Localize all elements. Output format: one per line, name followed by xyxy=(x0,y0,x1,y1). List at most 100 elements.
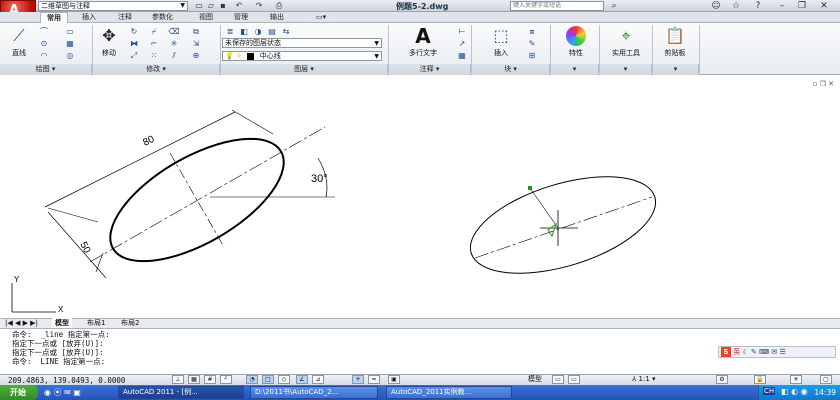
layer-state-dropdown[interactable]: 未保存的图层状态 ▼ xyxy=(222,38,382,48)
task-document[interactable]: AutoCAD_2011实例教... xyxy=(386,386,512,399)
hatch-icon[interactable]: ▦ xyxy=(64,38,76,49)
quick-properties-toggle[interactable]: ▣ xyxy=(388,375,400,384)
new-icon[interactable]: ▭ xyxy=(194,1,204,11)
attribute-icon[interactable]: ⊞ xyxy=(526,50,538,61)
save-icon[interactable]: ▪ xyxy=(218,1,228,11)
tab-layout2[interactable]: 布局2 xyxy=(118,318,142,328)
tab-annotate[interactable]: 注释 xyxy=(112,12,138,23)
tab-view[interactable]: 视图 xyxy=(193,12,219,23)
drawing-canvas[interactable]: 80 50 30° Y X xyxy=(0,76,840,318)
tab-layout1[interactable]: 布局1 xyxy=(84,318,108,328)
print-icon[interactable]: ⎙ xyxy=(274,1,284,11)
workspace-switch-icon[interactable]: ⚙ xyxy=(716,375,728,384)
panel-properties-expand[interactable]: ▾ xyxy=(551,64,599,75)
panel-modify-label[interactable]: 修改 ▾ xyxy=(93,64,220,75)
dyn-toggle[interactable]: + xyxy=(352,375,364,384)
viewport-controls[interactable]: ▫ ❐ ✕ xyxy=(813,80,834,88)
3d-osnap-toggle[interactable]: ◇ xyxy=(278,375,290,384)
redo-icon[interactable]: ↷ xyxy=(254,1,264,11)
workspace-switcher[interactable]: 二维草图与注释 ▼ xyxy=(38,1,188,11)
mirror-icon[interactable]: ⧓ xyxy=(128,38,140,49)
task-autocad[interactable]: AutoCAD 2011 - [例... xyxy=(118,386,244,399)
panel-draw-label[interactable]: 绘图 ▾ xyxy=(0,64,92,75)
stretch-icon[interactable]: ⇲ xyxy=(190,38,202,49)
explode-icon[interactable]: ✳ xyxy=(168,38,180,49)
model-space-button[interactable]: 模型 xyxy=(528,375,542,384)
rotate-icon[interactable]: ↻ xyxy=(128,26,140,37)
trim-icon[interactable]: ⌿ xyxy=(148,26,160,37)
snap-toggle[interactable]: ▦ xyxy=(188,375,200,384)
polar-toggle[interactable]: ◔ xyxy=(246,375,258,384)
start-button[interactable]: 开始 xyxy=(0,385,38,400)
multiline-text-button[interactable]: A 多行文字 xyxy=(398,26,448,58)
layer-lock-icon[interactable]: ▤ xyxy=(266,26,278,37)
scale-icon[interactable]: ⤢ xyxy=(128,50,140,61)
tray-icons[interactable]: ◧ ◐ ◉ xyxy=(781,387,808,396)
ducs-toggle[interactable]: ⊿ xyxy=(312,375,324,384)
current-layer-dropdown[interactable]: 💡 ☼ 中心线 ▼ xyxy=(222,51,382,61)
undo-icon[interactable]: ↶ xyxy=(234,1,244,11)
ime-toolbar[interactable]: S 英 ☾ ✎ ⌨ ✉ ☰ xyxy=(718,346,836,358)
ortho-toggle[interactable]: ┘ xyxy=(220,375,232,384)
layer-isolate-icon[interactable]: ◧ xyxy=(238,26,250,37)
layer-match-icon[interactable]: ⇆ xyxy=(280,26,292,37)
isolate-objects-icon[interactable]: ☀ xyxy=(790,375,802,384)
minimize-icon[interactable]: – xyxy=(776,0,788,12)
circle-icon[interactable]: ⊙ xyxy=(38,38,50,49)
join-icon[interactable]: ⊕ xyxy=(190,50,202,61)
otrack-toggle[interactable]: ∠ xyxy=(296,375,308,384)
find-icon[interactable]: ⌕ xyxy=(608,0,620,12)
dimension-icon[interactable]: ⊢ xyxy=(456,26,468,37)
tab-model[interactable]: 模型 xyxy=(52,318,72,328)
fillet-icon[interactable]: ⌐ xyxy=(148,38,160,49)
arc-icon[interactable]: ◠ xyxy=(38,50,50,61)
panel-layers-label[interactable]: 图层 ▾ xyxy=(221,64,388,75)
tab-parametric[interactable]: 参数化 xyxy=(146,12,179,23)
panel-annotation-label[interactable]: 注释 ▾ xyxy=(389,64,471,75)
task-explorer[interactable]: D:\2011书\AutoCAD_2... xyxy=(250,386,378,399)
command-window[interactable]: 命令: _line 指定第一点: 指定下一点或 [放弃(U)]: 指定下一点或 … xyxy=(0,328,840,374)
lineweight-toggle[interactable]: ═ xyxy=(368,375,380,384)
create-block-icon[interactable]: ⧈ xyxy=(526,26,538,37)
polyline-icon[interactable]: ⌒ xyxy=(38,26,50,37)
array-icon[interactable]: ⁙ xyxy=(148,50,160,61)
layer-off-icon[interactable]: ◑ xyxy=(252,26,264,37)
insert-block-button[interactable]: ⬚ 插入 xyxy=(484,26,518,58)
panel-utilities-expand[interactable]: ▾ xyxy=(600,64,652,75)
layer-properties-icon[interactable]: ≣ xyxy=(224,26,236,37)
language-indicator[interactable]: CH xyxy=(763,387,776,395)
user-icon[interactable]: ☺ xyxy=(710,0,722,12)
table-icon[interactable]: ▦ xyxy=(456,50,468,61)
ribbon-options-icon[interactable]: ▭▾ xyxy=(310,12,332,23)
offset-icon[interactable]: ⫽ xyxy=(168,50,180,61)
rectangle-icon[interactable]: ▭ xyxy=(64,26,76,37)
panel-block-label[interactable]: 块 ▾ xyxy=(472,64,550,75)
panel-clipboard-expand[interactable]: ▾ xyxy=(653,64,699,75)
infer-constraints-toggle[interactable]: ⊥ xyxy=(172,375,184,384)
grid-toggle[interactable]: # xyxy=(204,375,216,384)
layout-nav-icons[interactable]: |◀ ◀ ▶ ▶| xyxy=(2,318,41,328)
osnap-toggle[interactable]: □ xyxy=(262,375,274,384)
clean-screen-icon[interactable]: ▢ xyxy=(820,375,832,384)
erase-icon[interactable]: ⌫ xyxy=(168,26,180,37)
clipboard-button[interactable]: 📋 剪贴板 xyxy=(654,26,696,58)
star-icon[interactable]: ☆ xyxy=(730,0,742,12)
tab-manage[interactable]: 管理 xyxy=(228,12,254,23)
copy-icon[interactable]: ⧉ xyxy=(190,26,202,37)
quick-launch-icons[interactable]: ◉ ⦿ ✉ ▣ xyxy=(44,387,81,398)
tab-output[interactable]: 输出 xyxy=(264,12,290,23)
quick-view-drawings-icon[interactable]: ▭ xyxy=(568,375,580,384)
move-button[interactable]: ✥ 移动 xyxy=(94,26,124,58)
properties-button[interactable]: 特性 xyxy=(556,26,596,58)
utilities-button[interactable]: ⌖ 实用工具 xyxy=(603,26,649,58)
tab-insert[interactable]: 插入 xyxy=(76,12,102,23)
line-button[interactable]: ⟋ 直线 xyxy=(4,26,34,58)
edit-block-icon[interactable]: ✎ xyxy=(526,38,538,49)
lock-icon[interactable]: 🔒 xyxy=(754,375,766,384)
leader-icon[interactable]: ↗ xyxy=(456,38,468,49)
quick-view-layouts-icon[interactable]: ▭ xyxy=(552,375,564,384)
region-icon[interactable]: ◎ xyxy=(64,50,76,61)
search-input[interactable]: 键入关键字或短语 xyxy=(510,1,604,11)
annotation-scale[interactable]: ⅄ 1:1 ▾ xyxy=(632,375,656,384)
help-icon[interactable]: ? xyxy=(752,0,764,12)
